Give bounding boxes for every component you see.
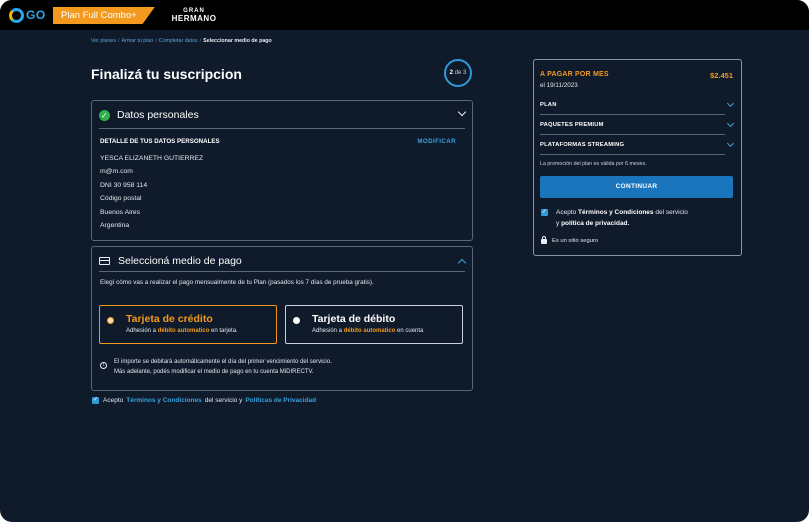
chevron-down-icon[interactable] bbox=[457, 107, 467, 117]
plan-tag: Plan Full Combo+ bbox=[53, 7, 155, 24]
continue-button[interactable]: CONTINUAR bbox=[540, 176, 733, 198]
payment-method-title: Seleccioná medio de pago bbox=[118, 255, 242, 267]
detail-dni: DNI 30 958 114 bbox=[100, 181, 148, 189]
summary-row-label: PLATAFORMAS STREAMING bbox=[540, 142, 625, 148]
personal-data-header[interactable]: ✓ Datos personales bbox=[99, 107, 467, 121]
gran-hermano-logo: GRAN HERMANO bbox=[166, 7, 222, 23]
secure-text: Es un sitio seguro bbox=[552, 237, 599, 244]
divider bbox=[540, 134, 725, 135]
terms-link[interactable]: Términos y Condiciones bbox=[126, 397, 202, 404]
summary-row-streaming[interactable]: PLATAFORMAS STREAMING bbox=[540, 139, 735, 152]
divider bbox=[540, 114, 725, 115]
check-circle-icon: ✓ bbox=[99, 109, 110, 121]
summary-terms-mid: del servicio bbox=[653, 209, 688, 216]
info-line-2: Más adelante, podés modificar el medio d… bbox=[114, 368, 314, 375]
detail-heading: DETALLE DE TUS DATOS PERSONALES bbox=[100, 138, 220, 145]
summary-row-label: PAQUETES PREMIUM bbox=[540, 122, 604, 128]
dgo-logo-icon bbox=[9, 7, 24, 23]
breadcrumb-item-armar-plan[interactable]: Armar tu plan bbox=[122, 38, 154, 44]
monthly-amount: $2.451 bbox=[710, 71, 733, 80]
chevron-down-icon bbox=[726, 99, 735, 108]
credit-card-icon bbox=[99, 257, 110, 265]
debit-sub-suffix: en cuenta bbox=[395, 328, 424, 334]
debit-sub-prefix: Adhesión a bbox=[312, 328, 344, 334]
personal-details-list: YESCA ELIZANETH GUTIERREZ m@m.com DNI 30… bbox=[100, 152, 203, 232]
summary-row-plan[interactable]: PLAN bbox=[540, 99, 735, 112]
terms-checkbox[interactable]: ✓ bbox=[92, 397, 99, 404]
lock-icon bbox=[541, 236, 547, 244]
brand-line-2: HERMANO bbox=[171, 14, 217, 23]
personal-data-title: Datos personales bbox=[117, 109, 199, 121]
summary-terms-text: Acepto Términos y Condiciones del servic… bbox=[556, 207, 688, 229]
chevron-up-icon[interactable] bbox=[457, 258, 467, 268]
payment-intro: Elegí cómo vas a realizar el pago mensua… bbox=[100, 279, 374, 286]
step-current: 2 bbox=[449, 70, 453, 76]
debit-sub-highlight: débito automatico bbox=[343, 328, 396, 334]
modify-link[interactable]: MODIFICAR bbox=[417, 138, 456, 145]
debit-option-subtitle: Adhesión a débito automatico en cuenta bbox=[312, 328, 423, 334]
app-frame: GO Plan Full Combo+ GRAN HERMANO Ver pla… bbox=[0, 0, 809, 522]
terms-row: ✓ Acepto Términos y Condiciones del serv… bbox=[92, 397, 319, 404]
info-line-1: El importe se debitará automáticamente e… bbox=[114, 359, 332, 365]
terms-middle: del servicio y bbox=[204, 397, 243, 404]
credit-sub-highlight: débito automatico bbox=[157, 328, 210, 334]
detail-country: Argentina bbox=[100, 221, 130, 229]
detail-postal-code: Código postal bbox=[100, 195, 142, 203]
promo-note: La promoción del plan es válida por 6 me… bbox=[540, 161, 647, 167]
payment-date: el 19/11/2023 bbox=[540, 82, 578, 89]
debit-option-title: Tarjeta de débito bbox=[312, 313, 396, 325]
summary-privacy-link[interactable]: política de privacidad. bbox=[561, 220, 629, 227]
monthly-pay-label: A PAGAR POR MES bbox=[540, 71, 609, 78]
summary-row-label: PLAN bbox=[540, 102, 557, 108]
divider bbox=[99, 271, 465, 272]
breadcrumb-separator: / bbox=[118, 38, 120, 44]
payment-info-text: El importe se debitará automáticamente e… bbox=[114, 358, 332, 377]
breadcrumb-item-ver-planes[interactable]: Ver planes bbox=[91, 38, 116, 44]
logo-text: GO bbox=[26, 8, 46, 22]
summary-terms-link[interactable]: Términos y Condiciones bbox=[578, 209, 654, 216]
summary-terms-checkbox[interactable]: ✓ bbox=[541, 209, 548, 216]
divider bbox=[99, 128, 465, 129]
personal-data-card: ✓ Datos personales DETALLE DE TUS DATOS … bbox=[91, 100, 473, 241]
chevron-down-icon bbox=[726, 119, 735, 128]
credit-card-option[interactable]: Tarjeta de crédito Adhesión a débito aut… bbox=[99, 305, 277, 344]
step-total: de 3 bbox=[454, 70, 467, 76]
step-indicator: 2 de 3 bbox=[444, 59, 472, 87]
summary-row-premium[interactable]: PAQUETES PREMIUM bbox=[540, 119, 735, 132]
breadcrumb-current: Seleccionar medio de pago bbox=[203, 38, 272, 44]
dgo-logo[interactable]: GO bbox=[9, 7, 46, 23]
detail-full-name: YESCA ELIZANETH GUTIERREZ bbox=[100, 155, 204, 162]
privacy-link[interactable]: Políticas de Privacidad bbox=[245, 397, 316, 404]
info-icon: i bbox=[100, 362, 107, 369]
payment-method-card: Seleccioná medio de pago Elegí cómo vas … bbox=[91, 246, 473, 391]
chevron-down-icon bbox=[726, 139, 735, 148]
payment-summary-panel: A PAGAR POR MES $2.451 el 19/11/2023 PLA… bbox=[533, 59, 742, 256]
top-bar: GO Plan Full Combo+ GRAN HERMANO bbox=[0, 0, 809, 30]
credit-option-title: Tarjeta de crédito bbox=[126, 313, 213, 325]
detail-province: Buenos Aires bbox=[100, 208, 141, 216]
breadcrumb-separator: / bbox=[155, 38, 157, 44]
detail-email: m@m.com bbox=[100, 168, 133, 176]
secure-site-note: Es un sitio seguro bbox=[541, 236, 599, 244]
divider bbox=[540, 154, 725, 155]
summary-terms-prefix: Acepto bbox=[556, 209, 579, 216]
terms-prefix: Acepto bbox=[103, 397, 124, 404]
breadcrumb: Ver planes / Armar tu plan / Completar datos… bbox=[91, 38, 272, 44]
credit-option-subtitle: Adhesión a débito automatico en tarjeta. bbox=[126, 328, 238, 334]
payment-method-header[interactable]: Seleccioná medio de pago bbox=[99, 255, 467, 268]
debit-radio[interactable] bbox=[293, 317, 300, 324]
debit-card-option[interactable]: Tarjeta de débito Adhesión a débito auto… bbox=[285, 305, 463, 344]
credit-sub-suffix: en tarjeta. bbox=[209, 328, 238, 334]
credit-sub-prefix: Adhesión a bbox=[126, 328, 158, 334]
breadcrumb-item-completar-datos[interactable]: Completar datos bbox=[159, 38, 198, 44]
page-title: Finalizá tu suscripcion bbox=[91, 66, 242, 82]
credit-radio[interactable] bbox=[107, 317, 114, 324]
breadcrumb-separator: / bbox=[199, 38, 202, 44]
